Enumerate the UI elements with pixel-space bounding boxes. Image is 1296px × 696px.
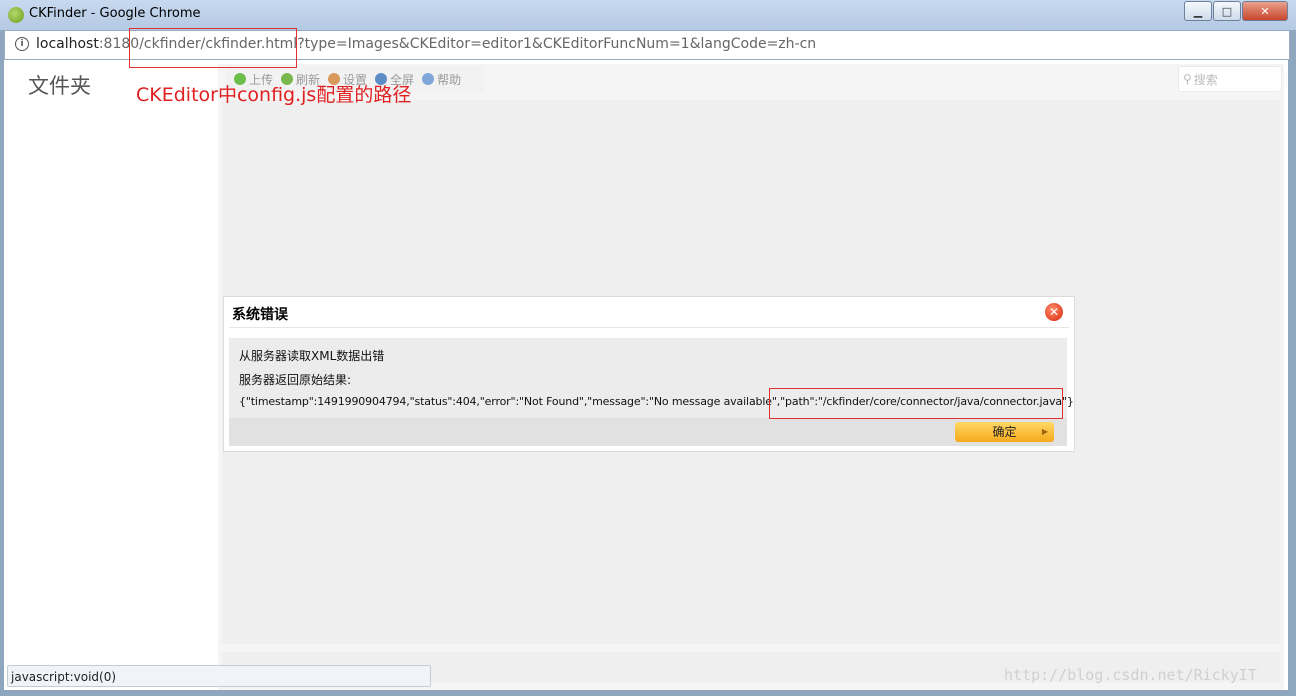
raw-result-label: 服务器返回原始结果:	[239, 373, 352, 387]
browser-status-bar: javascript:void(0)	[7, 665, 431, 687]
window-controls: ▁ □ ✕	[1183, 1, 1288, 21]
dialog-close-icon[interactable]: ✕	[1045, 303, 1063, 321]
error-dialog: 系统错误 ✕ 从服务器读取XML数据出错 服务器返回原始结果: {"timest…	[223, 296, 1075, 452]
ckfinder-app: 文件夹 上传 刷新 设置 全屏 帮助 ⚲ 搜索 CKEditor中config.…	[4, 60, 1288, 690]
dialog-divider	[229, 327, 1069, 328]
dialog-button-row: 确定 ▶	[229, 418, 1067, 446]
path-annotation: CKEditor中config.js配置的路径	[136, 84, 412, 106]
window-title: CKFinder - Google Chrome	[29, 6, 201, 21]
search-placeholder: 搜索	[1193, 72, 1218, 87]
path-highlight-box	[769, 388, 1063, 419]
arrow-right-icon: ▶	[1041, 427, 1048, 436]
info-icon[interactable]: i	[15, 37, 29, 51]
toolbar-help[interactable]: 帮助	[422, 71, 461, 88]
close-window-button[interactable]: ✕	[1242, 1, 1288, 21]
search-icon: ⚲	[1183, 72, 1192, 86]
toolbar-help-label: 帮助	[437, 72, 462, 87]
watermark: http://blog.csdn.net/RickyIT	[1004, 666, 1257, 684]
chrome-app-icon	[8, 7, 24, 23]
error-message: 从服务器读取XML数据出错	[239, 349, 385, 363]
folders-panel: 文件夹	[16, 64, 214, 664]
ok-button[interactable]: 确定 ▶	[955, 422, 1054, 442]
url-highlight-box	[129, 28, 297, 68]
url-query: ?type=Images&CKEditor=editor1&CKEditorFu…	[297, 36, 817, 52]
dialog-title: 系统错误	[232, 307, 288, 323]
search-box[interactable]: ⚲ 搜索	[1178, 66, 1282, 92]
window-titlebar: CKFinder - Google Chrome ▁ □ ✕	[0, 0, 1296, 30]
minimize-button[interactable]: ▁	[1184, 1, 1212, 21]
help-icon	[422, 73, 435, 85]
url-host: localhost	[36, 36, 99, 52]
ok-button-label: 确定	[992, 425, 1017, 439]
folders-title: 文件夹	[28, 74, 91, 98]
maximize-button[interactable]: □	[1213, 1, 1241, 21]
